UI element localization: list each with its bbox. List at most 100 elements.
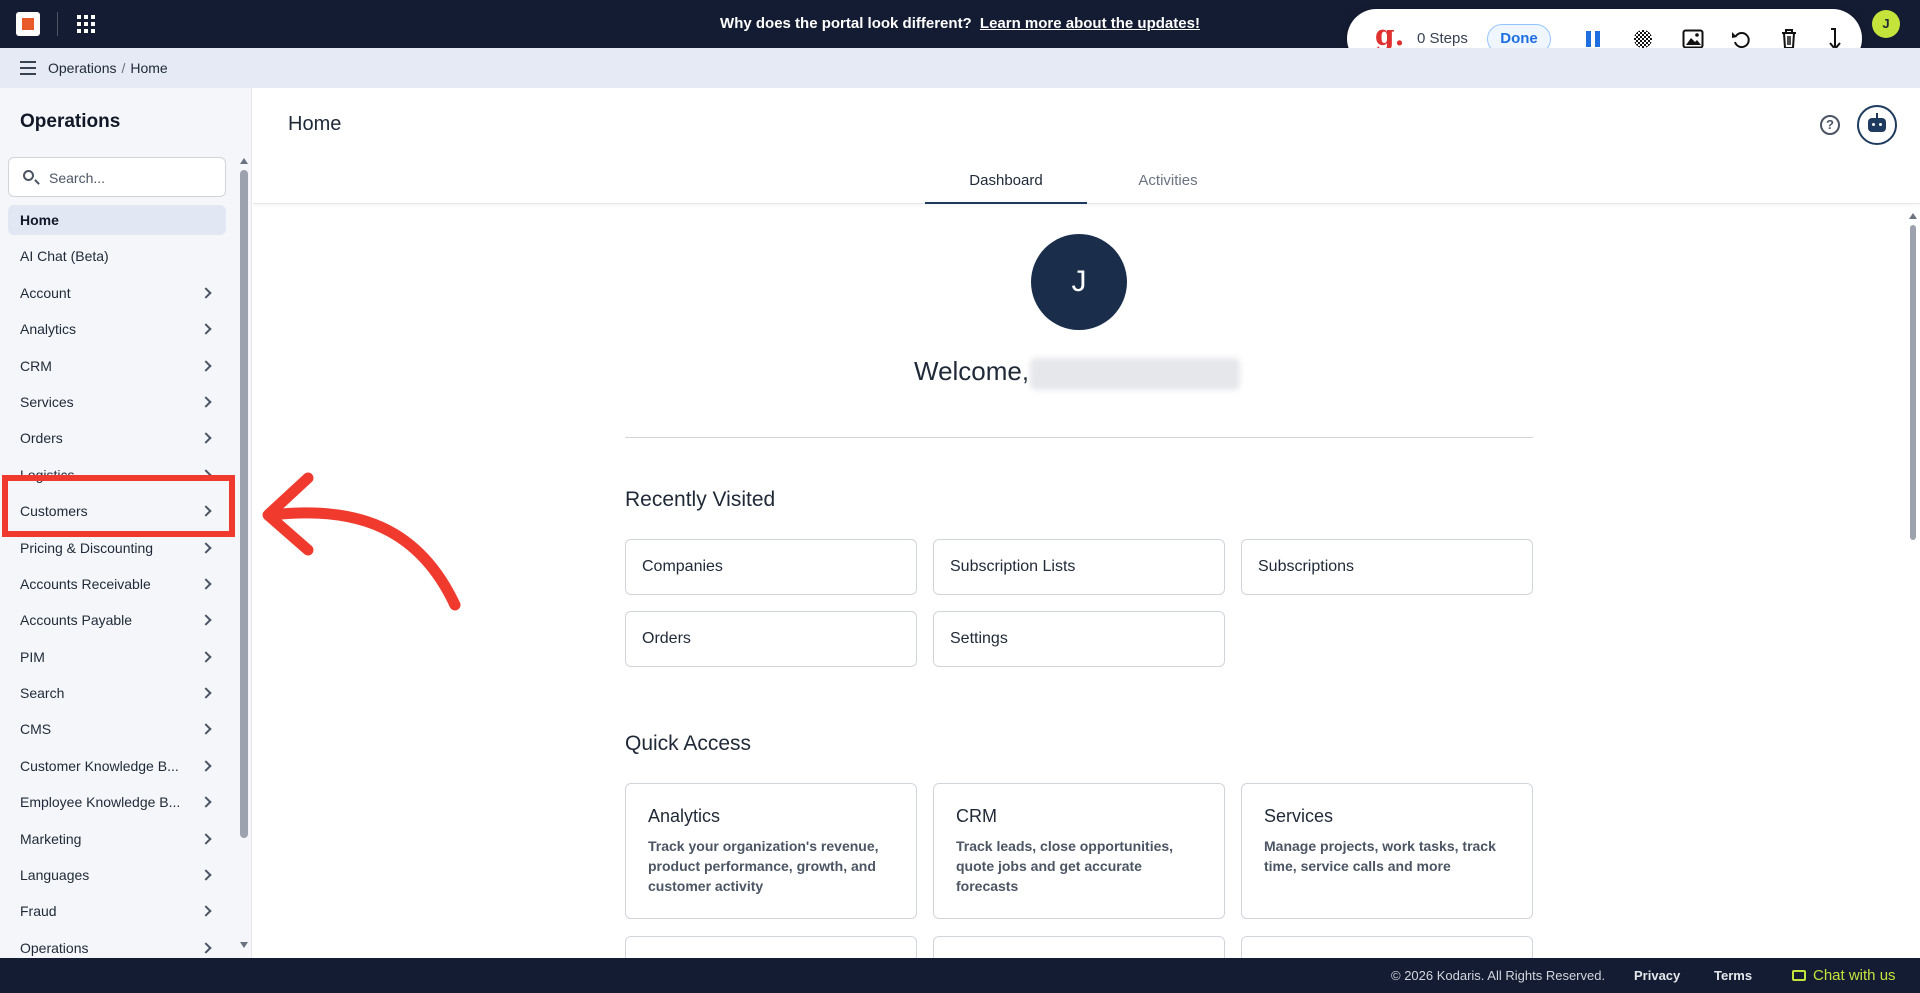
sidebar-item-ai-chat[interactable]: AI Chat (Beta) [8, 241, 226, 271]
breadcrumb-page: Home [130, 60, 168, 76]
sidebar-item-languages[interactable]: Languages [8, 860, 226, 890]
sidebar-item-pim[interactable]: PIM [8, 642, 226, 672]
ai-assistant-button[interactable] [1857, 105, 1897, 145]
chevron-right-icon [200, 323, 212, 335]
sidebar-item-accounts-payable[interactable]: Accounts Payable [8, 605, 226, 635]
recent-card-settings[interactable]: Settings [933, 611, 1225, 667]
sidebar-item-label: Customer Knowledge B... [20, 757, 179, 774]
page-title: Home [288, 113, 342, 135]
chevron-right-icon [200, 869, 212, 881]
card-title: Analytics [648, 806, 721, 826]
sidebar-item-operations[interactable]: Operations [8, 933, 226, 958]
user-avatar[interactable]: J [1872, 10, 1900, 38]
sidebar-item-services[interactable]: Services [8, 387, 226, 417]
sidebar-item-label: Accounts Receivable [20, 575, 151, 592]
recorder-logo: g. [1375, 19, 1405, 52]
card-description: Manage projects, work tasks, track time,… [1264, 838, 1496, 874]
quick-access-card[interactable] [1241, 936, 1533, 958]
breadcrumb-bar: Operations / Home [0, 48, 1920, 88]
recent-card-subscriptions[interactable]: Subscriptions [1241, 539, 1533, 595]
sidebar-item-label: AI Chat (Beta) [20, 248, 109, 265]
tab-activities[interactable]: Activities [1087, 158, 1249, 204]
sidebar-item-label: Languages [20, 867, 90, 884]
sidebar-item-orders[interactable]: Orders [8, 423, 226, 453]
banner-question: Why does the portal look different? [720, 15, 972, 32]
sidebar-item-fraud[interactable]: Fraud [8, 896, 226, 926]
chat-icon [1792, 970, 1806, 981]
sidebar-nav: Home AI Chat (Beta) Account Analytics CR… [8, 205, 226, 958]
main-scrollbar[interactable] [1908, 213, 1918, 958]
sidebar-item-home[interactable]: Home [8, 205, 226, 235]
recent-card-subscription-lists[interactable]: Subscription Lists [933, 539, 1225, 595]
search-input[interactable] [49, 167, 219, 189]
banner-learn-more-link[interactable]: Learn more about the updates! [980, 15, 1200, 32]
chevron-right-icon [200, 614, 212, 626]
chevron-right-icon [200, 905, 212, 918]
sidebar-item-label: Employee Knowledge B... [20, 794, 181, 811]
sidebar: Operations Home AI Chat (Beta) Account A… [0, 88, 252, 958]
quick-access-card-services[interactable]: Services Manage projects, work tasks, tr… [1241, 783, 1533, 919]
tab-bar: Dashboard Activities [253, 158, 1920, 204]
quick-access-heading: Quick Access [625, 732, 752, 755]
footer-terms-link[interactable]: Terms [1714, 968, 1752, 983]
recent-card-orders[interactable]: Orders [625, 611, 917, 667]
card-title: Services [1264, 806, 1334, 826]
chat-label: Chat with us [1813, 967, 1896, 984]
quick-access-card[interactable] [933, 936, 1225, 958]
sidebar-item-label: Analytics [20, 321, 77, 338]
sidebar-scrollbar[interactable] [236, 158, 250, 948]
search-icon [23, 170, 34, 181]
sidebar-item-label: Pricing & Discounting [20, 539, 154, 556]
sidebar-item-customers[interactable]: Customers [8, 496, 226, 526]
sidebar-item-label: Account [20, 284, 71, 301]
section-divider [625, 437, 1533, 438]
recent-card-companies[interactable]: Companies [625, 539, 917, 595]
main-content: Home ? Dashboard Activities J Welcome, R… [253, 88, 1920, 958]
quick-access-card-crm[interactable]: CRM Track leads, close opportunities, qu… [933, 783, 1225, 919]
chevron-right-icon [200, 541, 212, 554]
chevron-right-icon [200, 578, 212, 590]
chat-with-us-button[interactable]: Chat with us [1792, 967, 1896, 984]
sidebar-item-label: Customers [20, 503, 88, 520]
sidebar-item-pricing[interactable]: Pricing & Discounting [8, 533, 226, 563]
sidebar-item-label: Orders [20, 430, 63, 447]
chevron-right-icon [200, 723, 212, 736]
chevron-right-icon [200, 396, 212, 408]
tab-dashboard[interactable]: Dashboard [925, 158, 1087, 204]
sidebar-item-label: Search [20, 685, 65, 702]
sidebar-item-cms[interactable]: CMS [8, 714, 226, 744]
sidebar-item-label: Marketing [20, 830, 82, 847]
breadcrumb-separator: / [121, 60, 126, 76]
chevron-right-icon [200, 359, 212, 372]
welcome-text: Welcome, [914, 356, 1030, 386]
sidebar-item-employee-kb[interactable]: Employee Knowledge B... [8, 787, 226, 817]
chevron-right-icon [200, 287, 212, 299]
card-description: Track your organization's revenue, produ… [648, 838, 879, 894]
quick-access-card-analytics[interactable]: Analytics Track your organization's reve… [625, 783, 917, 919]
sidebar-item-label: Home [20, 212, 59, 228]
sidebar-item-account[interactable]: Account [8, 278, 226, 308]
sidebar-item-crm[interactable]: CRM [8, 351, 226, 381]
sidebar-item-logistics[interactable]: Logistics [8, 460, 226, 490]
footer-privacy-link[interactable]: Privacy [1634, 968, 1680, 983]
sidebar-item-search[interactable]: Search [8, 678, 226, 708]
sidebar-item-accounts-receivable[interactable]: Accounts Receivable [8, 569, 226, 599]
sidebar-scrollbar-thumb[interactable] [240, 170, 248, 838]
scroll-up-icon[interactable] [240, 158, 248, 164]
sidebar-item-analytics[interactable]: Analytics [8, 314, 226, 344]
scroll-up-icon[interactable] [1909, 213, 1917, 219]
sidebar-search [8, 157, 226, 197]
scroll-down-icon[interactable] [240, 942, 248, 948]
quick-access-card[interactable] [625, 936, 917, 958]
sidebar-item-marketing[interactable]: Marketing [8, 824, 226, 854]
chevron-right-icon [200, 651, 212, 663]
chevron-right-icon [200, 942, 212, 954]
help-icon[interactable]: ? [1820, 115, 1840, 135]
main-scrollbar-thumb[interactable] [1910, 225, 1916, 540]
recently-visited-heading: Recently Visited [625, 488, 776, 511]
breadcrumb-section[interactable]: Operations [48, 60, 116, 76]
chevron-right-icon [200, 796, 212, 808]
menu-icon[interactable] [20, 61, 36, 75]
sidebar-item-customer-kb[interactable]: Customer Knowledge B... [8, 751, 226, 781]
sidebar-item-label: Accounts Payable [20, 612, 133, 629]
